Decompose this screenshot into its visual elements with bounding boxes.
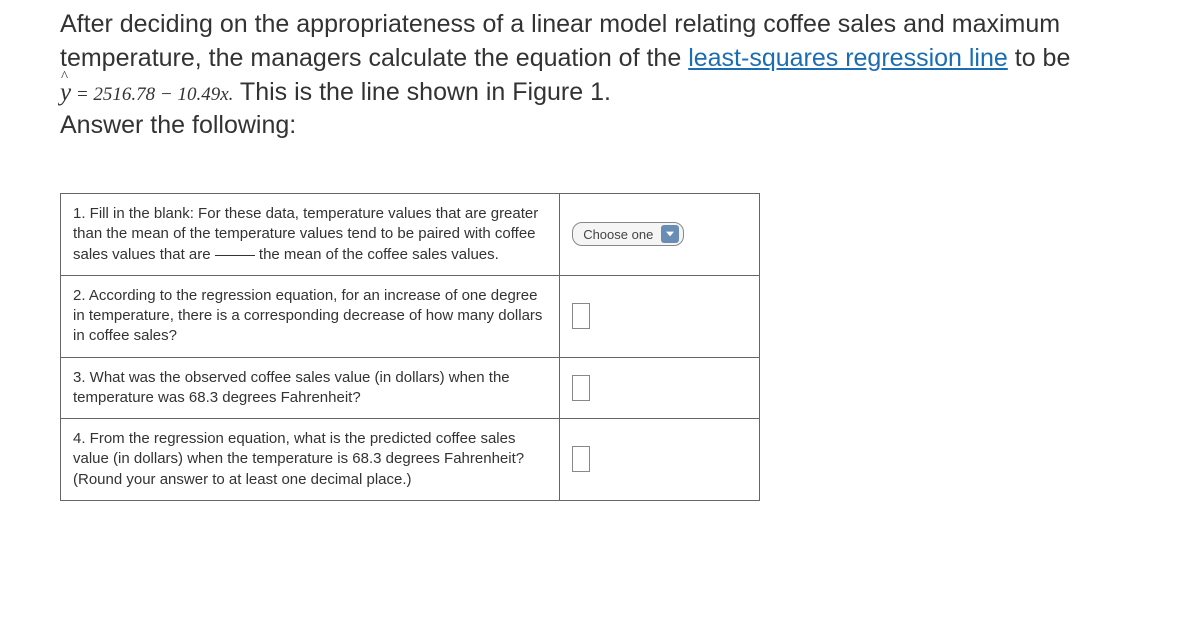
question-1-text: 1. Fill in the blank: For these data, te… <box>61 194 560 276</box>
answer-2-cell <box>560 275 760 357</box>
q1-suffix: the mean of the coffee sales values. <box>255 246 499 263</box>
equation-rest: = 2516.78 − 10.49x. <box>71 84 233 105</box>
chevron-down-icon <box>661 225 679 243</box>
table-row: 3. What was the observed coffee sales va… <box>61 357 760 419</box>
q3-input[interactable] <box>572 375 590 401</box>
question-4-text: 4. From the regression equation, what is… <box>61 419 560 501</box>
q1-blank <box>215 255 255 256</box>
table-row: 1. Fill in the blank: For these data, te… <box>61 194 760 276</box>
questions-table: 1. Fill in the blank: For these data, te… <box>60 193 760 501</box>
select-label: Choose one <box>583 227 653 242</box>
answer-4-cell <box>560 419 760 501</box>
table-row: 2. According to the regression equation,… <box>61 275 760 357</box>
q1-select[interactable]: Choose one <box>572 222 684 246</box>
answer-3-cell <box>560 357 760 419</box>
least-squares-link[interactable]: least-squares regression line <box>688 44 1008 72</box>
intro-part4: Answer the following: <box>60 111 296 139</box>
table-row: 4. From the regression equation, what is… <box>61 419 760 501</box>
intro-part2: to be <box>1008 44 1071 72</box>
regression-equation: ^y = 2516.78 − 10.49x. <box>60 79 233 106</box>
question-3-text: 3. What was the observed coffee sales va… <box>61 357 560 419</box>
q4-input[interactable] <box>572 446 590 472</box>
intro-part3: This is the line shown in Figure 1. <box>233 78 611 106</box>
q2-input[interactable] <box>572 303 590 329</box>
question-2-text: 2. According to the regression equation,… <box>61 275 560 357</box>
intro-paragraph: After deciding on the appropriateness of… <box>60 8 1140 143</box>
answer-1-cell: Choose one <box>560 194 760 276</box>
